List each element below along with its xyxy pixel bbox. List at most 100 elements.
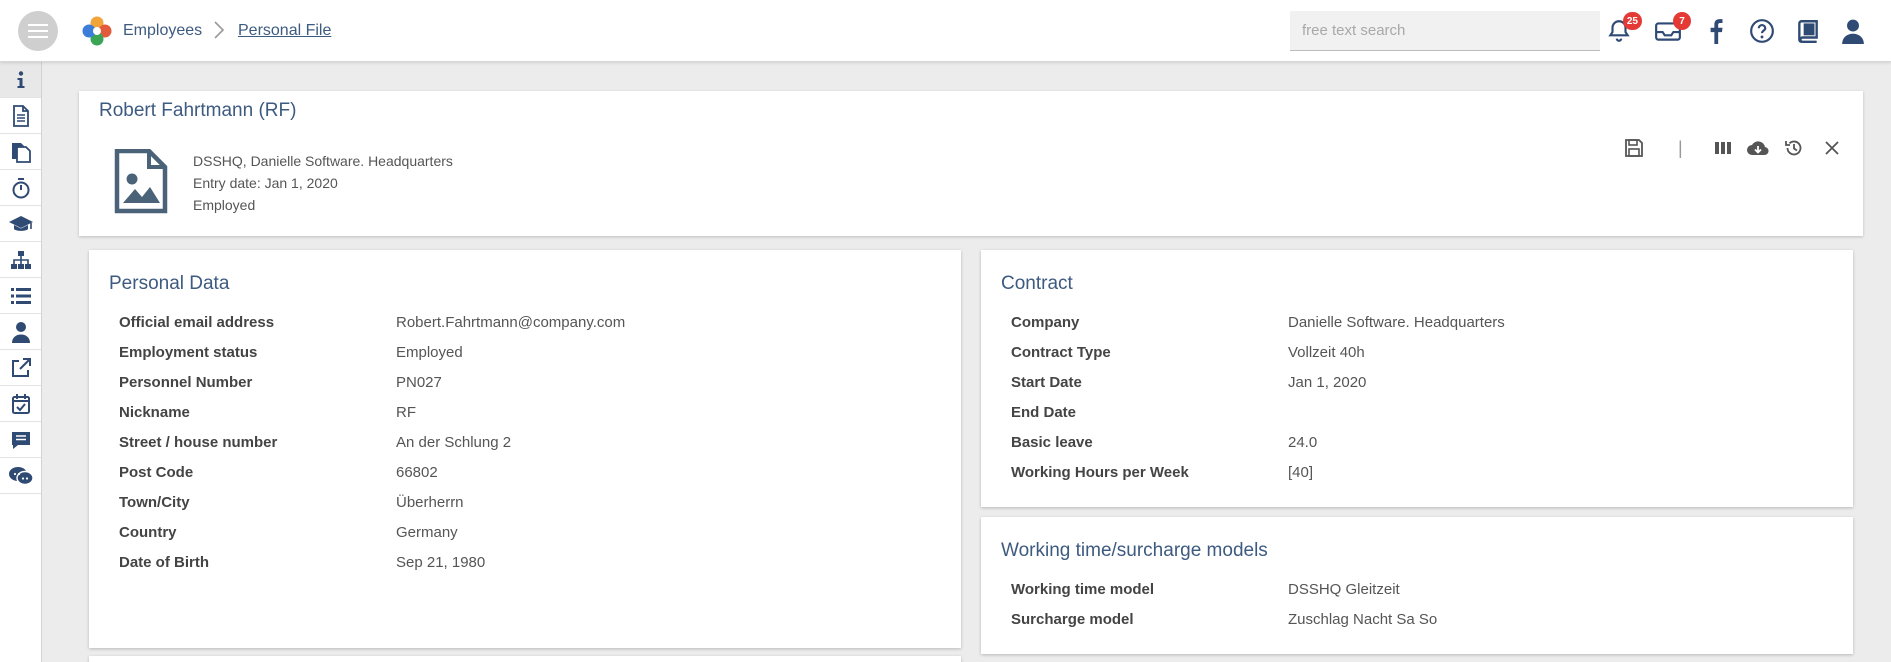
field-value: Jan 1, 2020 xyxy=(1288,374,1367,391)
sidebar-item-time-tracking[interactable] xyxy=(0,170,41,206)
sidebar-item-info[interactable] xyxy=(0,62,41,98)
field-value: [40] xyxy=(1288,464,1314,481)
contract-card: Contract Company Danielle Software. Headq… xyxy=(981,250,1853,507)
chat-icon xyxy=(8,466,34,485)
left-sidebar xyxy=(0,62,42,662)
field-label: Post Code xyxy=(119,464,194,481)
sidebar-item-training[interactable] xyxy=(0,206,41,242)
info-icon xyxy=(17,70,24,88)
org-chart-icon xyxy=(10,250,31,269)
sidebar-item-organization[interactable] xyxy=(0,242,41,278)
facebook-icon xyxy=(1710,19,1723,44)
image-placeholder-icon[interactable] xyxy=(113,149,169,215)
manual-button[interactable] xyxy=(1793,16,1823,46)
field-label: Street / house number xyxy=(119,434,278,451)
sidebar-item-documents[interactable] xyxy=(0,134,41,170)
working-time-title: Working time/surcharge models xyxy=(1001,540,1268,561)
sidebar-item-external[interactable] xyxy=(0,350,41,386)
field-label: Date of Birth xyxy=(119,554,209,571)
field-label: Contract Type xyxy=(1011,344,1111,361)
calendar-check-icon xyxy=(11,393,30,414)
graduation-cap-icon xyxy=(8,215,33,231)
history-icon xyxy=(1785,140,1802,156)
breadcrumb-personal-file[interactable]: Personal File xyxy=(238,22,331,40)
field-value: 66802 xyxy=(396,464,438,481)
sidebar-item-document[interactable] xyxy=(0,98,41,134)
app-logo[interactable] xyxy=(80,14,114,48)
close-icon xyxy=(1825,141,1839,155)
toolbar-divider: | xyxy=(1678,138,1683,158)
working-time-card: Working time/surcharge models Working ti… xyxy=(981,517,1853,654)
help-icon xyxy=(1750,19,1774,43)
history-button[interactable] xyxy=(1781,135,1807,161)
facebook-button[interactable] xyxy=(1701,16,1731,46)
list-icon xyxy=(10,287,31,304)
save-button[interactable] xyxy=(1621,135,1647,161)
messages-button[interactable]: 7 xyxy=(1653,12,1691,46)
personal-data-card: Personal Data Official email address Robe… xyxy=(89,250,961,648)
notifications-button[interactable]: 25 xyxy=(1604,12,1642,46)
book-icon xyxy=(1798,20,1818,44)
cloud-download-icon xyxy=(1747,141,1769,156)
save-icon xyxy=(1625,139,1643,157)
close-button[interactable] xyxy=(1819,135,1845,161)
help-button[interactable] xyxy=(1747,16,1777,46)
employee-status: Employed xyxy=(193,197,256,213)
menu-button[interactable] xyxy=(18,11,58,51)
field-value: Vollzeit 40h xyxy=(1288,344,1365,361)
notifications-badge: 25 xyxy=(1622,12,1642,30)
field-value: 24.0 xyxy=(1288,434,1318,451)
field-label: Employment status xyxy=(119,344,258,361)
search-input[interactable] xyxy=(1290,11,1600,51)
field-value: PN027 xyxy=(396,374,442,391)
contract-title: Contract xyxy=(1001,273,1073,294)
field-label: End Date xyxy=(1011,404,1077,421)
field-label: Nickname xyxy=(119,404,190,421)
field-value: Sep 21, 1980 xyxy=(396,554,486,571)
sidebar-item-person[interactable] xyxy=(0,314,41,350)
download-button[interactable] xyxy=(1745,135,1771,161)
external-link-icon xyxy=(11,357,31,377)
hamburger-icon xyxy=(28,24,48,38)
sidebar-item-calendar[interactable] xyxy=(0,386,41,422)
columns-icon xyxy=(1715,142,1731,154)
columns-button[interactable] xyxy=(1710,135,1736,161)
employee-entry-date: Entry date: Jan 1, 2020 xyxy=(193,175,338,191)
sidebar-item-list[interactable] xyxy=(0,278,41,314)
user-icon xyxy=(1842,19,1864,44)
field-value: DSSHQ Gleitzeit xyxy=(1288,581,1400,598)
profile-button[interactable] xyxy=(1838,16,1868,46)
comment-list-icon xyxy=(11,431,30,449)
field-value: RF xyxy=(396,404,416,421)
documents-icon xyxy=(11,142,31,163)
messages-badge: 7 xyxy=(1673,12,1691,30)
sidebar-item-comments[interactable] xyxy=(0,422,41,458)
employee-location: DSSHQ, Danielle Software. Headquarters xyxy=(193,153,453,169)
breadcrumb-employees[interactable]: Employees xyxy=(123,22,202,40)
field-value: Danielle Software. Headquarters xyxy=(1288,314,1505,331)
person-icon xyxy=(11,321,30,343)
field-label: Town/City xyxy=(119,494,190,511)
field-value: Germany xyxy=(396,524,458,541)
field-value: Zuschlag Nacht Sa So xyxy=(1288,611,1438,628)
field-label: Start Date xyxy=(1011,374,1082,391)
next-card-edge xyxy=(89,656,961,662)
sidebar-item-chat[interactable] xyxy=(0,458,41,494)
field-label: Company xyxy=(1011,314,1080,331)
field-value: Employed xyxy=(396,344,463,361)
chevron-right-icon xyxy=(214,21,225,39)
field-label: Country xyxy=(119,524,177,541)
field-value: Überherrn xyxy=(396,494,464,511)
top-bar: Employees Personal File 25 7 xyxy=(0,0,1891,62)
field-label: Working Hours per Week xyxy=(1011,464,1189,481)
field-label: Basic leave xyxy=(1011,434,1093,451)
field-label: Surcharge model xyxy=(1011,611,1134,628)
field-value: Robert.Fahrtmann@company.com xyxy=(396,314,626,331)
stopwatch-icon xyxy=(12,177,29,198)
field-label: Official email address xyxy=(119,314,275,331)
employee-name: Robert Fahrtmann (RF) xyxy=(99,100,297,121)
employee-header-card: Robert Fahrtmann (RF) DSSHQ, Danielle So… xyxy=(79,91,1863,236)
personal-data-title: Personal Data xyxy=(109,273,230,294)
field-label: Personnel Number xyxy=(119,374,253,391)
field-value: An der Schlung 2 xyxy=(396,434,512,451)
